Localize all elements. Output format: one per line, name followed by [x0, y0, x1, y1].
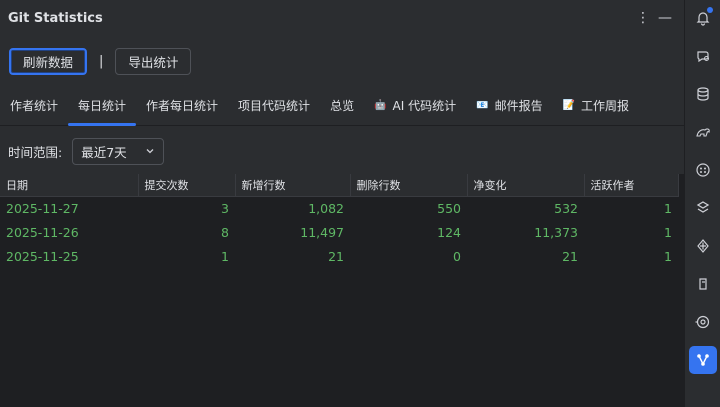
chevron-down-icon [145, 144, 155, 159]
column-header-deleted-lines[interactable]: 删除行数 [350, 174, 468, 197]
tab-label: AI 代码统计 [392, 99, 457, 113]
export-button[interactable]: 导出统计 [115, 47, 192, 75]
gradle-icon[interactable] [689, 118, 717, 146]
cell-active-authors: 1 [664, 224, 672, 240]
table-row[interactable]: 2025-11-27 3 1,082 550 532 1 [0, 196, 678, 220]
cell-date: 2025-11-25 [6, 248, 79, 264]
minimize-icon[interactable]: — [654, 7, 676, 29]
docker-icon[interactable] [689, 194, 717, 222]
cell-net-change: 11,373 [534, 224, 578, 240]
cell-deleted-lines: 124 [437, 224, 461, 240]
tab-overview[interactable]: 总览 [320, 86, 364, 125]
more-options-icon[interactable]: ⋮ [632, 7, 654, 29]
robot-icon: 🤖 [374, 100, 387, 111]
cell-date: 2025-11-26 [6, 224, 79, 240]
daily-stats-table-container: 日期 提交次数 新增行数 删除行数 净变化 活跃作者 2025-11-27 3 … [0, 174, 684, 407]
tab-label: 作者统计 [10, 99, 59, 113]
refresh-button[interactable]: 刷新数据 [9, 47, 88, 75]
tab-label: 作者每日统计 [146, 99, 219, 113]
cell-added-lines: 21 [328, 248, 344, 264]
column-header-added-lines[interactable]: 新增行数 [235, 174, 351, 197]
time-range-filter: 时间范围: 最近7天 [0, 126, 684, 176]
toolwindow-header: Git Statistics ⋮ — [0, 0, 684, 36]
tab-label: 工作周报 [581, 99, 630, 113]
tab-label: 项目代码统计 [238, 99, 311, 113]
cell-deleted-lines: 0 [453, 248, 461, 264]
java-icon[interactable] [689, 270, 717, 298]
ai-chat-icon[interactable] [689, 42, 717, 70]
notifications-icon[interactable] [689, 4, 717, 32]
cell-added-lines: 11,497 [300, 224, 344, 240]
cell-net-change: 532 [554, 200, 578, 216]
cell-deleted-lines: 550 [437, 200, 461, 216]
tab-email-report[interactable]: 📧 邮件报告 [466, 86, 552, 125]
column-header-date[interactable]: 日期 [0, 174, 139, 197]
memo-icon: 📝 [562, 100, 576, 111]
cell-commits: 3 [221, 200, 229, 216]
table-header-row: 日期 提交次数 新增行数 删除行数 净变化 活跃作者 [0, 174, 679, 197]
toolbar: 刷新数据 | 导出统计 [0, 36, 684, 86]
email-icon: 📧 [476, 100, 489, 111]
table-row[interactable]: 2025-11-26 8 11,497 124 11,373 1 [0, 220, 678, 244]
cell-active-authors: 1 [664, 248, 672, 264]
tab-ai-code-stats[interactable]: 🤖 AI 代码统计 [364, 86, 466, 125]
time-range-value: 最近7天 [81, 144, 127, 160]
tab-bar: 作者统计 每日统计 作者每日统计 项目代码统计 总览 🤖 AI 代码统计 📧 邮件报… [0, 86, 684, 126]
column-header-net-change[interactable]: 净变化 [467, 174, 585, 197]
cell-commits: 1 [221, 248, 229, 264]
tab-label: 总览 [330, 99, 355, 113]
tab-weekly-report[interactable]: 📝 工作周报 [553, 86, 639, 125]
time-range-label: 时间范围: [8, 144, 63, 160]
plugin-icon[interactable] [689, 156, 717, 184]
daily-stats-table: 日期 提交次数 新增行数 删除行数 净变化 活跃作者 2025-11-27 3 … [0, 174, 679, 268]
tab-label: 每日统计 [78, 99, 127, 113]
cell-added-lines: 1,082 [308, 200, 344, 216]
tab-daily-stats[interactable]: 每日统计 [68, 86, 137, 126]
tab-label: 邮件报告 [494, 99, 543, 113]
notification-badge [706, 7, 713, 13]
window-title: Git Statistics [8, 10, 103, 26]
cell-net-change: 21 [562, 248, 578, 264]
tab-project-code-stats[interactable]: 项目代码统计 [228, 86, 320, 125]
cell-active-authors: 1 [664, 200, 672, 216]
copilot-icon[interactable] [689, 232, 717, 260]
toolbar-separator: | [99, 53, 104, 69]
cell-date: 2025-11-27 [6, 200, 79, 216]
right-tool-strip [684, 0, 720, 407]
column-header-commits[interactable]: 提交次数 [138, 174, 236, 197]
table-row[interactable]: 2025-11-25 1 21 0 21 1 [0, 244, 678, 268]
services-icon[interactable] [689, 308, 717, 336]
tab-author-stats[interactable]: 作者统计 [0, 86, 68, 125]
database-icon[interactable] [689, 80, 717, 108]
cell-commits: 8 [221, 224, 229, 240]
column-header-active-authors[interactable]: 活跃作者 [584, 174, 679, 197]
tab-author-daily-stats[interactable]: 作者每日统计 [136, 86, 228, 125]
git-statistics-icon[interactable] [688, 346, 717, 374]
time-range-select[interactable]: 最近7天 [72, 137, 165, 165]
